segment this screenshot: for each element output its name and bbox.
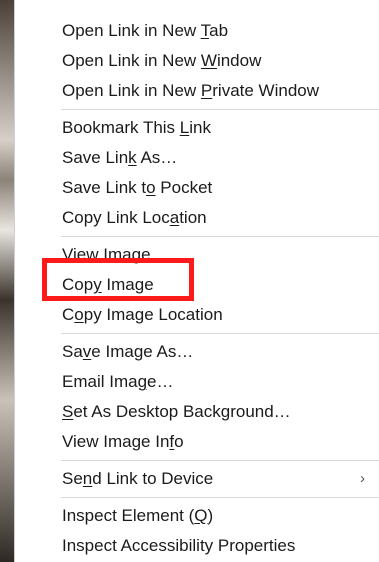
menu-item-label: Open Link in New Window bbox=[62, 51, 262, 70]
menu-item-open-link-in-new-tab[interactable]: Open Link in New Tab bbox=[15, 16, 379, 46]
menu-item-inspect-element-q[interactable]: Inspect Element (Q) bbox=[15, 501, 379, 531]
access-key: a bbox=[169, 208, 180, 227]
menu-item-bookmark-this-link[interactable]: Bookmark This Link bbox=[15, 113, 379, 143]
menu-item-label: Open Link in New Private Window bbox=[62, 81, 320, 100]
access-key: Q bbox=[194, 506, 208, 525]
menu-separator bbox=[61, 497, 379, 498]
menu-item-send-link-to-device[interactable]: Send Link to Device › bbox=[15, 464, 379, 494]
menu-item-inspect-accessibility-properties[interactable]: Inspect Accessibility Properties bbox=[15, 531, 379, 561]
menu-item-label: Copy Image Location bbox=[62, 305, 223, 324]
menu-item-save-link-as[interactable]: Save Link As… bbox=[15, 143, 379, 173]
access-key: k bbox=[128, 148, 137, 167]
menu-item-label: Bookmark This Link bbox=[62, 118, 211, 137]
menu-item-label: Set As Desktop Background… bbox=[62, 402, 291, 421]
access-key: T bbox=[200, 21, 210, 40]
menu-item-label: Save Link to Pocket bbox=[62, 178, 213, 197]
menu-item-open-link-in-new-window[interactable]: Open Link in New Window bbox=[15, 46, 379, 76]
menu-item-save-link-to-pocket[interactable]: Save Link to Pocket bbox=[15, 173, 379, 203]
copy-image-highlight-box bbox=[42, 258, 194, 301]
menu-item-label: Email Image… bbox=[62, 372, 174, 391]
menu-item-copy-link-location[interactable]: Copy Link Location bbox=[15, 203, 379, 233]
chevron-right-icon: › bbox=[360, 470, 365, 487]
menu-item-save-image-as[interactable]: Save Image As… bbox=[15, 337, 379, 367]
access-key: W bbox=[200, 51, 217, 70]
menu-separator bbox=[61, 333, 379, 334]
menu-item-label: Inspect Element (Q) bbox=[62, 506, 214, 525]
menu-item-label: Save Link As… bbox=[62, 148, 178, 167]
menu-separator bbox=[61, 109, 379, 110]
menu-item-open-link-in-new-private-window[interactable]: Open Link in New Private Window bbox=[15, 76, 379, 106]
menu-item-set-as-desktop-background[interactable]: Set As Desktop Background… bbox=[15, 397, 379, 427]
menu-item-label: Save Image As… bbox=[62, 342, 194, 361]
access-key: S bbox=[62, 402, 74, 421]
menu-item-label: Copy Link Location bbox=[62, 208, 207, 227]
access-key: n bbox=[82, 469, 93, 488]
menu-item-label: Send Link to Device bbox=[62, 469, 214, 488]
menu-item-email-image[interactable]: Email Image… bbox=[15, 367, 379, 397]
access-key: o bbox=[74, 305, 84, 324]
menu-item-view-image-info[interactable]: View Image Info bbox=[15, 427, 379, 457]
menu-item-label: Open Link in New Tab bbox=[62, 21, 229, 40]
access-key: g bbox=[137, 372, 148, 391]
menu-item-copy-image-location[interactable]: Copy Image Location bbox=[15, 300, 379, 330]
menu-item-label: View Image Info bbox=[62, 432, 184, 451]
access-key: o bbox=[146, 178, 156, 197]
access-key: P bbox=[200, 81, 213, 100]
background-page-edge bbox=[0, 0, 14, 562]
access-key: L bbox=[179, 118, 190, 137]
menu-separator bbox=[61, 460, 379, 461]
menu-separator bbox=[61, 236, 379, 237]
menu-item-label: Inspect Accessibility Properties bbox=[62, 536, 296, 555]
